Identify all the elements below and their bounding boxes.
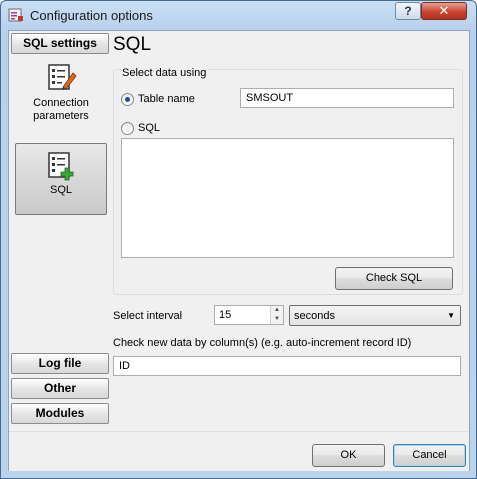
connection-icon [48,64,77,90]
interval-stepper[interactable]: 15 ▲ ▼ [214,305,284,325]
sql-settings-button[interactable]: SQL settings [11,33,109,54]
sidebar-item-label: Connection parameters [33,97,89,122]
check-column-label: Check new data by column(s) (e.g. auto-i… [113,337,412,349]
ok-button[interactable]: OK [312,444,385,467]
check-sql-button[interactable]: Check SQL [335,267,453,290]
title-bar: Configuration options ? ✕ [1,1,476,31]
select-interval-label: Select interval [113,310,183,322]
sql-query-textarea[interactable] [121,138,454,258]
sql-radio[interactable] [121,122,134,135]
spin-up-icon[interactable]: ▲ [271,306,283,315]
table-name-radio[interactable] [121,93,134,106]
check-column-input[interactable]: ID [113,356,461,376]
other-button[interactable]: Other [11,378,109,399]
app-icon [8,8,23,22]
chevron-down-icon: ▼ [447,311,455,320]
spin-buttons: ▲ ▼ [270,306,283,324]
log-file-button[interactable]: Log file [11,353,109,374]
sidebar-item-sql[interactable]: SQL [15,143,107,215]
help-button[interactable]: ? [395,2,421,20]
cancel-button[interactable]: Cancel [393,444,466,467]
config-window: Configuration options ? ✕ SQL settings C… [0,0,477,479]
table-name-label: Table name [138,93,195,105]
sql-add-icon [48,152,74,181]
interval-unit-value: seconds [294,310,335,322]
sidebar-item-connection-parameters[interactable]: Connection parameters [15,61,107,133]
sidebar-item-label: SQL [49,184,72,196]
modules-button[interactable]: Modules [11,403,109,424]
table-name-input[interactable]: SMSOUT [240,88,454,108]
sidebar-panel: Connection parameters SQL [11,55,109,348]
dialog-client-area: SQL settings Connection parameters SQL L… [8,30,470,471]
spin-down-icon[interactable]: ▼ [271,315,283,324]
close-button[interactable]: ✕ [421,2,467,20]
interval-value: 15 [219,309,232,321]
page-title: SQL [113,34,152,55]
dialog-footer: OK Cancel [9,431,469,471]
sql-label: SQL [138,122,161,134]
window-title: Configuration options [30,8,153,23]
group-label: Select data using [120,67,209,79]
interval-unit-select[interactable]: seconds ▼ [289,305,461,326]
select-data-group: Select data using Table name SMSOUT SQL … [113,67,463,295]
